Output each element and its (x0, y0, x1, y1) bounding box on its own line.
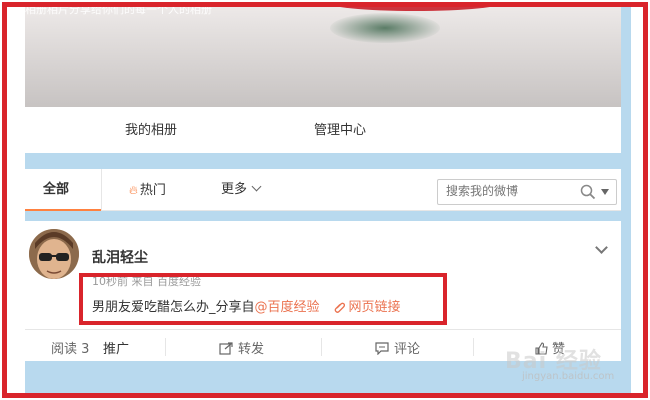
cover-image: 相册相片分享给你们的每一个人的相册 (25, 7, 621, 107)
screenshot-frame: 相册相片分享给你们的每一个人的相册 我的相册 管理中心 全部 🔥︎热门 更多 (2, 2, 648, 398)
post-options-chevron-icon[interactable] (595, 241, 608, 254)
post-body-text: 男朋友爱吃醋怎么办_分享自 (92, 300, 255, 315)
search-input[interactable] (446, 184, 566, 198)
tab-divider (101, 169, 102, 211)
forward-icon (219, 342, 233, 355)
cover-red-shape (325, 7, 505, 11)
tab-hot-label: 热门 (139, 183, 166, 198)
profile-card: 相册相片分享给你们的每一个人的相册 我的相册 管理中心 (25, 7, 621, 153)
post-username[interactable]: 乱泪轻尘 (92, 247, 148, 267)
web-link[interactable]: 网页链接 (334, 300, 401, 315)
action-divider (165, 338, 166, 356)
flame-icon: 🔥︎ (129, 183, 138, 197)
link-icon (334, 302, 345, 313)
left-margin (7, 7, 25, 393)
right-margin (631, 7, 643, 393)
tab-more-label: 更多 (221, 182, 248, 197)
post-content: 男朋友爱吃醋怎么办_分享自@百度经验 网页链接 (92, 296, 401, 315)
search-options-caret-icon[interactable] (601, 189, 609, 195)
tab-all[interactable]: 全部 (43, 169, 69, 211)
cover-text: 相册相片分享给你们的每一个人的相册 (25, 7, 212, 16)
avatar[interactable] (29, 229, 79, 279)
search-icon[interactable] (580, 184, 596, 200)
forward-label: 转发 (238, 342, 265, 357)
tab-hot[interactable]: 🔥︎ 热门 (129, 169, 166, 211)
action-divider (473, 338, 474, 356)
post-meta: 10秒前 来自 百度经验 (92, 275, 201, 288)
weibo-post-card: 乱泪轻尘 10秒前 来自 百度经验 男朋友爱吃醋怎么办_分享自@百度经验 网页链接… (25, 221, 621, 361)
baidu-watermark-url: jingyan.baidu.com (522, 371, 615, 382)
read-count: 阅读 3 (51, 342, 90, 357)
comment-label: 评论 (394, 342, 421, 357)
comment-button[interactable]: 评论 (375, 338, 420, 357)
forward-button[interactable]: 转发 (219, 338, 264, 357)
nav-management-center[interactable]: 管理中心 (314, 119, 366, 138)
nav-my-albums[interactable]: 我的相册 (125, 119, 177, 138)
tab-more[interactable]: 更多 (221, 169, 262, 211)
action-divider (321, 338, 322, 356)
mention-link[interactable]: @百度经验 (255, 300, 320, 315)
avatar-image (29, 229, 79, 279)
promote-button[interactable]: 推广 (103, 338, 129, 357)
chevron-down-icon (251, 181, 262, 192)
feed-tabs-bar: 全部 🔥︎ 热门 更多 (25, 169, 621, 211)
cover-green-shape (330, 13, 440, 43)
web-link-label: 网页链接 (348, 300, 401, 315)
comment-icon (375, 342, 389, 356)
search-box (437, 179, 617, 205)
tab-all-underline (25, 209, 101, 211)
